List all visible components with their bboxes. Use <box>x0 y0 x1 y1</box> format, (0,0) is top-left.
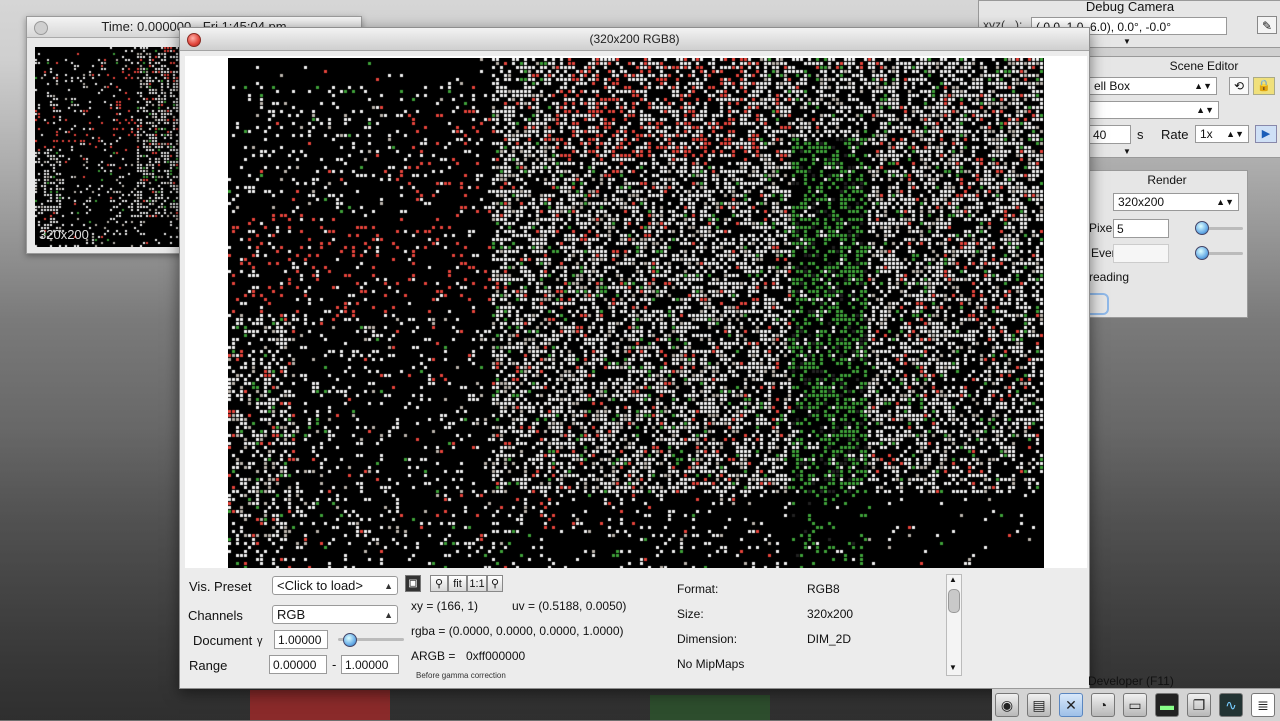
windows-icon[interactable]: ❐ <box>1187 693 1211 717</box>
developer-title: Developer (F11) <box>1088 674 1174 688</box>
dimension-label: Dimension: <box>677 632 738 646</box>
mipmaps-info: No MipMaps <box>677 657 745 671</box>
pixel-field[interactable]: 5 <box>1113 219 1169 238</box>
terminal-icon[interactable]: ▬ <box>1155 693 1179 717</box>
render-button[interactable] <box>1087 293 1109 315</box>
preview-close-button[interactable] <box>34 21 48 35</box>
size-label: Size: <box>677 607 704 621</box>
scene-editor-title: Scene Editor <box>1169 59 1239 73</box>
dropdown-arrow-icon: ▲▼ <box>1196 105 1214 115</box>
gamma-field[interactable]: 1.00000 <box>274 630 328 649</box>
argb-label: ARGB = <box>411 649 456 663</box>
format-label: Format: <box>677 582 719 596</box>
rendered-image[interactable] <box>228 58 1044 568</box>
document-icon[interactable]: ≣ <box>1251 693 1275 717</box>
dropdown-arrow-icon: ▲▼ <box>1216 197 1234 207</box>
image-viewer-title: (320x200 RGB8) <box>180 28 1089 51</box>
channels-value: RGB <box>277 607 306 622</box>
pixel-rgba: rgba = (0.0000, 0.0000, 0.0000, 1.0000) <box>411 624 624 638</box>
edit-icon[interactable]: ✎ <box>1257 16 1277 34</box>
info-scrollbar-thumb[interactable] <box>948 589 960 613</box>
time-field[interactable]: 40 <box>1089 125 1131 144</box>
channels-label: Channels <box>188 608 243 623</box>
image-canvas-area <box>185 56 1087 568</box>
render-window: Render 320x200 ▲▼ Pixel 5 Events reading <box>1086 170 1248 318</box>
speedometer-icon[interactable]: ◔ <box>1091 693 1115 717</box>
preview-overlay-text: 320x200 <box>39 227 89 242</box>
pixel-uv: uv = (0.5188, 0.0050) <box>512 599 627 613</box>
vis-preset-select[interactable]: <Click to load> ▲ <box>272 576 398 595</box>
gamma-note: Before gamma correction <box>416 671 506 680</box>
graph-icon[interactable]: ∿ <box>1219 693 1243 717</box>
one-to-one-button[interactable]: 1:1 <box>467 575 487 592</box>
rate-select-value: 1x <box>1200 127 1213 141</box>
events-slider-knob[interactable] <box>1195 246 1209 260</box>
background-green-block <box>650 695 770 720</box>
scene-select-value: ell Box <box>1094 79 1131 93</box>
chevron-down-icon[interactable]: ▼ <box>949 663 957 672</box>
argb-value: 0xff000000 <box>466 649 526 663</box>
tools-icon[interactable]: ✕ <box>1059 693 1083 717</box>
lock-icon[interactable]: 🔒 <box>1253 77 1275 95</box>
dropdown-arrow-icon: ▲▼ <box>1226 129 1244 139</box>
developer-dock: ◉ ▤ ✕ ◔ ▭ ▬ ❐ ∿ ≣ <box>992 688 1280 721</box>
vis-preset-value: <Click to load> <box>277 578 363 593</box>
note-icon[interactable]: ▭ <box>1123 693 1147 717</box>
threading-label: reading <box>1089 270 1130 284</box>
scene-editor-window: Scene Editor ell Box ▲▼ ⟲ 🔒 ▲▼ 40 s Rate… <box>1086 56 1280 158</box>
format-value: RGB8 <box>807 582 840 596</box>
rendered-image-canvas <box>228 58 1044 568</box>
dropdown-arrow-icon: ▲▼ <box>1194 81 1212 91</box>
debug-camera-title: Debug Camera <box>1085 0 1175 14</box>
chevron-down-icon[interactable]: ▼ <box>1123 37 1131 46</box>
camera-icon[interactable]: ◉ <box>995 693 1019 717</box>
pixel-label: Pixel <box>1089 221 1116 235</box>
play-icon[interactable]: ▶ <box>1255 125 1277 143</box>
gamma-symbol: γ <box>257 635 263 647</box>
vis-preset-label: Vis. Preset <box>189 579 252 594</box>
wrench-icon[interactable]: ⚲ <box>430 575 448 592</box>
document-label: Document <box>193 633 253 648</box>
info-scrollbar[interactable]: ▲ ▼ <box>946 574 962 676</box>
refresh-icon[interactable]: ⟲ <box>1229 77 1249 95</box>
pixel-slider-knob[interactable] <box>1195 221 1209 235</box>
rate-select[interactable]: 1x ▲▼ <box>1195 125 1249 143</box>
render-title: Render <box>1147 173 1187 187</box>
secondary-select[interactable]: ▲▼ <box>1089 101 1219 119</box>
film-icon[interactable]: ▤ <box>1027 693 1051 717</box>
rate-label: Rate <box>1161 127 1189 142</box>
dimension-value: DIM_2D <box>807 632 852 646</box>
chevron-down-icon[interactable]: ▼ <box>1123 147 1131 156</box>
range-max-field[interactable]: 1.00000 <box>341 655 399 674</box>
dropdown-arrow-icon: ▲ <box>384 610 393 620</box>
pin-icon[interactable]: ⚲ <box>487 575 503 592</box>
time-unit-label: s <box>1137 127 1144 142</box>
resolution-select-value: 320x200 <box>1118 195 1165 209</box>
resolution-select[interactable]: 320x200 ▲▼ <box>1113 193 1239 211</box>
image-viewer-window: (320x200 RGB8) Vis. Preset <Click to loa… <box>179 27 1090 689</box>
background-red-block <box>250 690 390 720</box>
dropdown-arrow-icon: ▲ <box>384 581 393 591</box>
chevron-up-icon[interactable]: ▲ <box>949 575 957 584</box>
channels-select[interactable]: RGB ▲ <box>272 605 398 624</box>
image-viewer-close-button[interactable] <box>187 33 201 47</box>
range-separator: - <box>332 657 337 672</box>
save-image-icon[interactable]: ▣ <box>405 575 421 592</box>
scene-select[interactable]: ell Box ▲▼ <box>1089 77 1217 95</box>
gamma-slider-knob[interactable] <box>343 633 357 647</box>
pixel-xy: xy = (166, 1) <box>411 599 479 613</box>
range-label: Range <box>189 658 228 673</box>
range-min-field[interactable]: 0.00000 <box>269 655 327 674</box>
fit-button[interactable]: fit <box>448 575 467 592</box>
size-value: 320x200 <box>807 607 854 621</box>
events-field[interactable] <box>1113 244 1169 263</box>
